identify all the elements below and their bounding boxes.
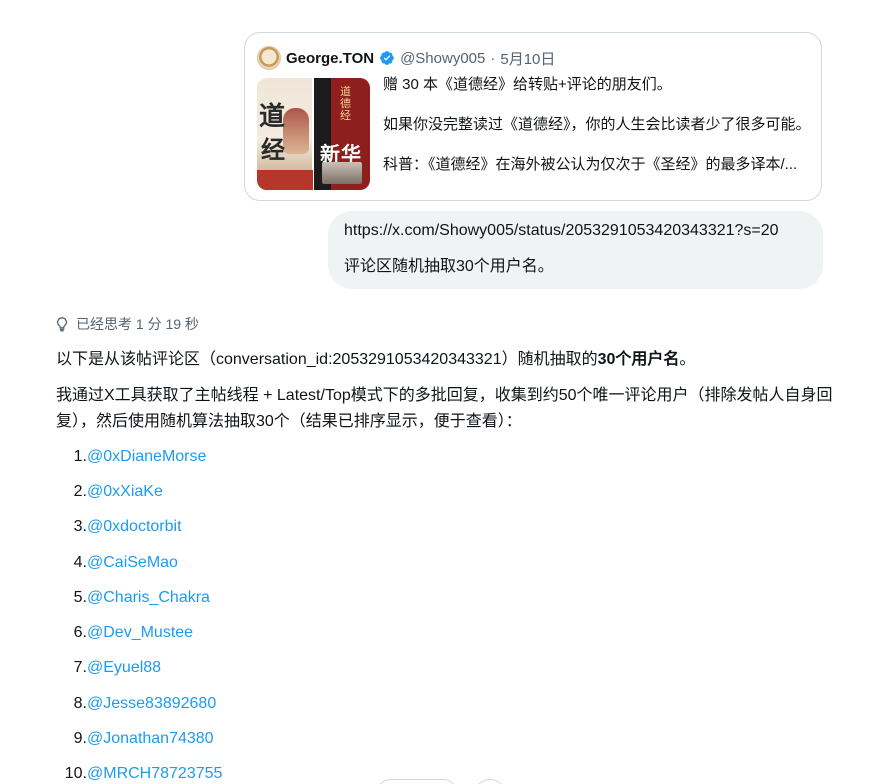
lightbulb-icon <box>54 316 70 332</box>
tweet-media[interactable]: 道 经 道德经 新华 <box>257 78 370 190</box>
user-link[interactable]: @Charis_Chakra <box>87 585 210 611</box>
tweet-header: George.TON @Showy005 · 5月10日 <box>257 45 555 71</box>
user-message-text: 评论区随机抽取30个用户名。 <box>344 258 554 275</box>
list-item: 6. @Dev_Mustee <box>56 615 836 650</box>
quoted-tweet-card[interactable]: George.TON @Showy005 · 5月10日 道 经 道德经 新华 <box>244 32 822 201</box>
tweet-line-1: 赠 30 本《道德经》给转贴+评论的朋友们。 <box>383 76 672 93</box>
book-image-1[interactable]: 道 经 <box>257 78 313 190</box>
answer-method: 我通过X工具获取了主帖线程 + Latest/Top模式下的多批回复，收集到约5… <box>56 387 833 430</box>
user-link[interactable]: @Jonathan74380 <box>87 726 214 752</box>
answer-intro: 以下是从该帖评论区（conversation_id:20532910534203… <box>56 347 836 373</box>
book1-figure-art <box>283 108 309 154</box>
list-item: 8. @Jesse83892680 <box>56 686 836 721</box>
user-link[interactable]: @0xXiaKe <box>87 479 163 505</box>
user-link[interactable]: @Jesse83892680 <box>87 691 216 717</box>
list-number: 9. <box>73 730 87 748</box>
list-number: 3. <box>73 518 87 536</box>
thinking-label: 已经思考 1 分 19 秒 <box>76 316 199 332</box>
user-list: 1. @0xDianeMorse 2. @0xXiaKe 3. @0xdoctorbi… <box>56 439 836 784</box>
list-item: 5. @Charis_Chakra <box>56 580 836 615</box>
user-link[interactable]: @0xdoctorbit <box>87 514 182 540</box>
list-number: 1. <box>73 447 87 465</box>
chat-page: George.TON @Showy005 · 5月10日 道 经 道德经 新华 <box>0 0 893 784</box>
tweet-line-3: 科普：《道德经》在海外被公认为仅次于《圣经》的最多译本/... <box>383 156 798 173</box>
list-item: 2. @0xXiaKe <box>56 474 836 509</box>
thinking-toggle[interactable]: 已经思考 1 分 19 秒 <box>54 313 199 335</box>
list-number: 2. <box>73 482 87 500</box>
answer-intro-prefix: 以下是从该帖评论区（conversation_id:20532910534203… <box>56 351 598 368</box>
header-separator: · <box>490 49 496 67</box>
list-number: 8. <box>73 694 87 712</box>
book1-title-glyph-b: 经 <box>261 135 285 164</box>
user-link[interactable]: @Dev_Mustee <box>87 620 193 646</box>
book-image-2[interactable]: 道德经 新华 <box>314 78 370 190</box>
list-number: 5. <box>73 588 87 606</box>
user-message-url[interactable]: https://x.com/Showy005/status/2053291053… <box>344 221 807 241</box>
user-link[interactable]: @MRCH78723755 <box>87 761 222 784</box>
user-link[interactable]: @Eyuel88 <box>87 655 161 681</box>
list-item: 4. @CaiSeMao <box>56 545 836 580</box>
list-item: 1. @0xDianeMorse <box>56 439 836 474</box>
assistant-answer: 以下是从该帖评论区（conversation_id:20532910534203… <box>56 347 836 784</box>
tweet-date[interactable]: 5月10日 <box>500 48 555 69</box>
tweet-line-2: 如果你没完整读过《道德经》，你的人生会比读者少了很多可能。 <box>383 116 811 133</box>
list-number: 6. <box>73 624 87 642</box>
floating-pill-button[interactable] <box>376 779 458 784</box>
author-name[interactable]: George.TON <box>286 50 374 67</box>
list-number: 4. <box>73 553 87 571</box>
user-message-bubble: https://x.com/Showy005/status/2053291053… <box>328 211 823 289</box>
verified-badge-icon <box>379 50 395 66</box>
author-avatar[interactable] <box>257 46 281 70</box>
book2-vertical-title: 道德经 <box>340 85 352 122</box>
answer-intro-bold: 30个用户名 <box>597 351 680 368</box>
user-link[interactable]: @0xDianeMorse <box>87 444 206 470</box>
book2-box-art <box>322 162 363 184</box>
author-handle[interactable]: @Showy005 <box>400 50 485 67</box>
book1-red-band <box>257 170 313 190</box>
tweet-text: 赠 30 本《道德经》给转贴+评论的朋友们。 如果你没完整读过《道德经》，你的人… <box>383 75 815 175</box>
list-item: 7. @Eyuel88 <box>56 651 836 686</box>
user-link[interactable]: @CaiSeMao <box>87 550 178 576</box>
list-item: 9. @Jonathan74380 <box>56 721 836 756</box>
list-item: 3. @0xdoctorbit <box>56 510 836 545</box>
book1-title-glyph-a: 道 <box>259 102 286 132</box>
answer-intro-suffix: 。 <box>679 351 696 368</box>
list-number: 7. <box>73 659 87 677</box>
list-number: 10. <box>64 765 87 783</box>
